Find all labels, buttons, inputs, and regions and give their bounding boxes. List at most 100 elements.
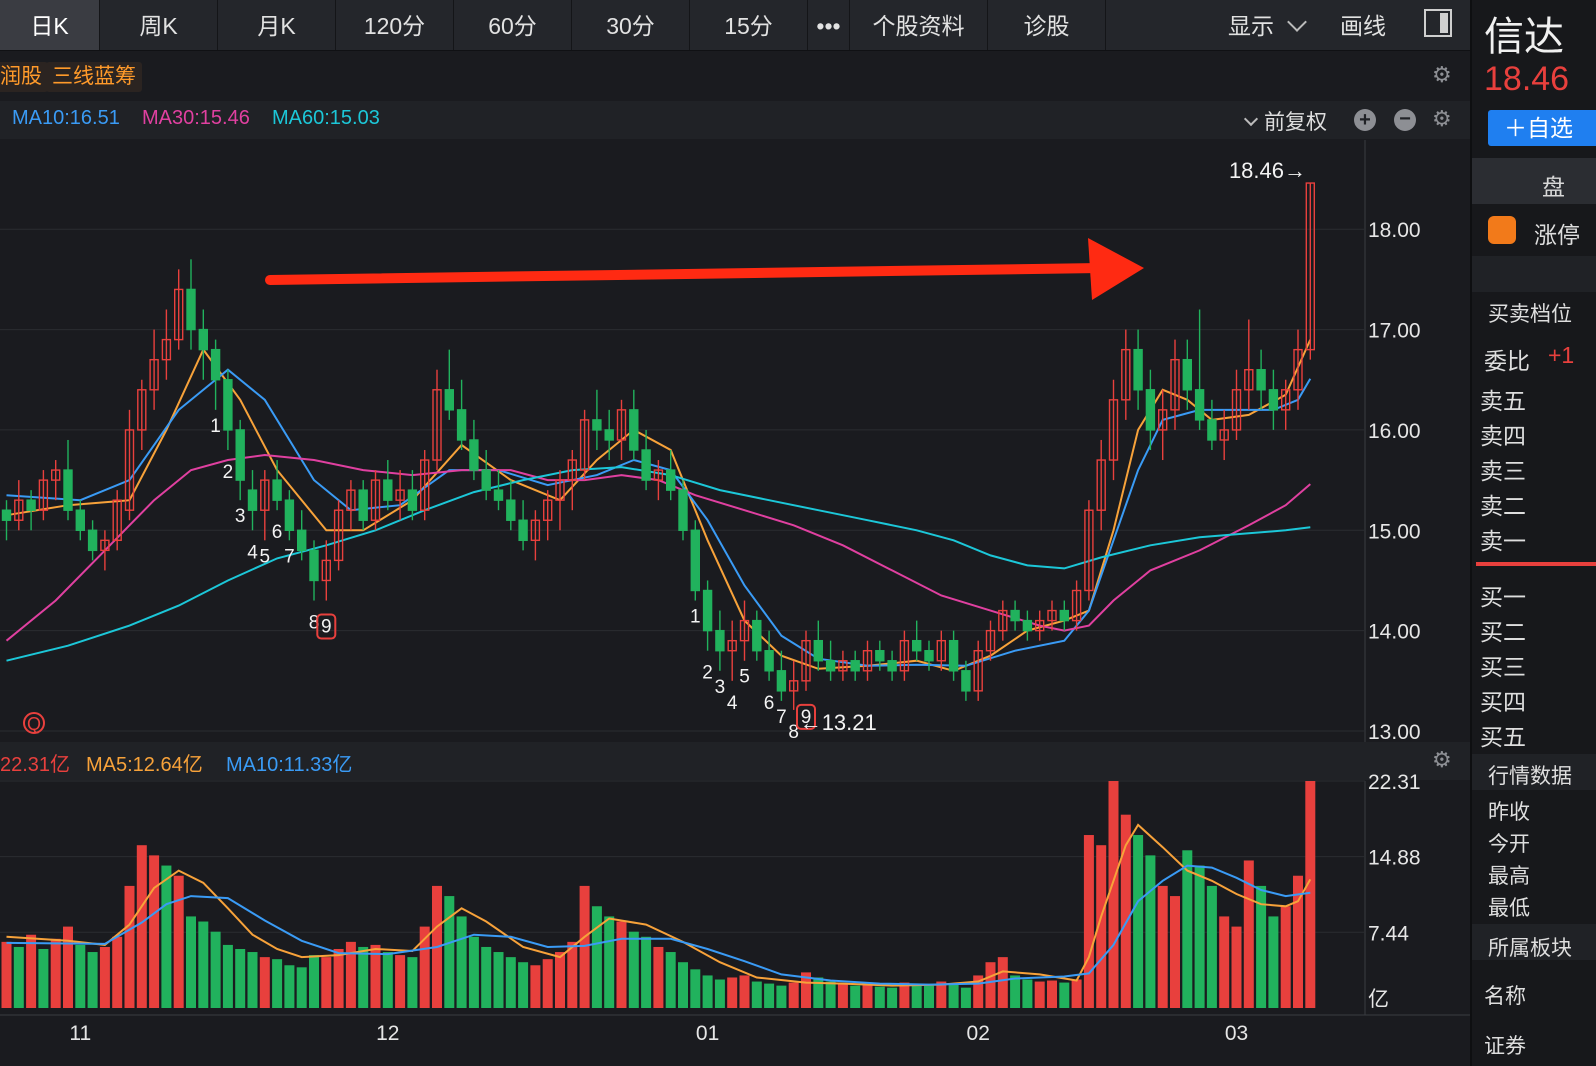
volume-bar	[764, 983, 775, 1008]
buy-level-label: 买一	[1480, 584, 1526, 610]
price-tick-label: 17.00	[1368, 320, 1421, 343]
volume-bar	[493, 952, 504, 1008]
volume-bar	[714, 979, 725, 1008]
volume-bar	[702, 975, 713, 1008]
td-count-label: 9	[321, 617, 332, 638]
trend-arrow-line	[265, 263, 1105, 285]
volume-bar	[690, 969, 701, 1008]
candle-body	[887, 660, 897, 672]
candle-body	[850, 660, 860, 672]
volume-bar	[75, 944, 86, 1008]
candle-body	[813, 639, 823, 662]
candle-body	[776, 670, 787, 692]
tab-pan[interactable]: 盘	[1472, 158, 1596, 204]
volume-bar	[628, 931, 639, 1008]
volume-bar	[924, 985, 934, 1008]
candle-body	[1268, 389, 1279, 411]
candle-body	[309, 549, 319, 582]
volume-bar	[616, 921, 627, 1008]
buy-level-label: 买二	[1480, 619, 1526, 645]
market-data-title: 行情数据	[1488, 765, 1572, 788]
weibi-value: +1	[1548, 342, 1575, 368]
volume-bar	[653, 946, 664, 1008]
candle-body	[1194, 389, 1205, 421]
volume-bar	[1010, 975, 1021, 1008]
volume-bar	[1219, 916, 1230, 1008]
candle-body	[641, 449, 651, 481]
market-data-row-label: 昨收	[1488, 801, 1530, 824]
weibi-label: 委比	[1484, 348, 1530, 374]
td-count-label: 2	[223, 462, 234, 483]
candle-body	[678, 489, 688, 531]
candle-body	[383, 479, 393, 501]
volume-bar	[247, 952, 258, 1008]
td-count-label: 1	[210, 416, 221, 437]
volume-bar	[63, 926, 73, 1008]
price-tick-label: 16.00	[1368, 420, 1421, 443]
candle-body	[358, 489, 368, 521]
candle-body	[272, 479, 282, 501]
volume-tick-label: 22.31	[1368, 771, 1421, 794]
candle-body	[1010, 609, 1020, 622]
volume-bar	[591, 906, 602, 1008]
volume-bar	[739, 975, 750, 1008]
candle-body	[235, 429, 245, 481]
limit-up-label: 涨停	[1534, 222, 1580, 248]
volume-bar	[26, 934, 37, 1008]
candle-body	[247, 489, 258, 511]
buy-level-label: 买四	[1480, 689, 1526, 715]
volume-bar	[112, 936, 123, 1008]
volume-bar	[124, 885, 135, 1008]
buy-level-label: 买三	[1480, 654, 1526, 680]
volume-bar	[1231, 926, 1242, 1008]
volume-bar	[321, 957, 332, 1008]
sector-row-label: 证券	[1484, 1035, 1526, 1058]
volume-bar	[136, 845, 147, 1008]
volume-bar	[505, 957, 516, 1008]
volume-bar	[284, 965, 295, 1008]
sell-level-label: 卖五	[1480, 388, 1526, 414]
volume-bar	[1059, 982, 1070, 1008]
volume-bar	[1206, 885, 1217, 1008]
candle-body	[875, 650, 885, 662]
volume-bar	[960, 987, 971, 1008]
kline-chart[interactable]: 1234 5678 9 123456789 18.0017.0016.0015.001…	[0, 0, 1470, 1066]
volume-bar	[1, 941, 12, 1008]
price-tick-label: 13.00	[1368, 721, 1421, 744]
date-tick-label: 03	[1225, 1022, 1248, 1045]
price-ma10-line	[6, 368, 1312, 667]
volume-bar	[468, 936, 479, 1008]
td-count-label: 5	[260, 546, 271, 567]
volume-bar	[1280, 906, 1291, 1008]
volume-bar	[38, 948, 49, 1008]
candle-body	[764, 650, 774, 672]
volume-bar	[837, 983, 848, 1008]
volume-bar	[87, 952, 98, 1008]
market-data-row-label: 今开	[1488, 833, 1530, 856]
candle-body	[284, 499, 295, 531]
volume-bar	[530, 965, 541, 1008]
candle-body	[666, 469, 676, 491]
volume-bar	[1268, 916, 1279, 1008]
volume-bar	[567, 941, 578, 1008]
td-count-label: 3	[235, 506, 246, 527]
volume-bar	[1071, 979, 1082, 1008]
candle-body	[1133, 348, 1143, 391]
volume-bar	[887, 987, 898, 1008]
volume-bar	[1108, 781, 1119, 1008]
td-count-label: 4	[247, 542, 258, 563]
last-price: 18.46	[1484, 60, 1570, 98]
fire-icon	[1488, 216, 1516, 244]
volume-bar	[1047, 980, 1057, 1008]
date-tick-label: 11	[69, 1022, 91, 1045]
volume-bar	[358, 946, 369, 1008]
sell-level-label: 卖二	[1480, 493, 1526, 519]
sector-name-column: 名称	[1484, 985, 1526, 1008]
volume-bar	[1034, 981, 1045, 1008]
volume-bar	[456, 916, 467, 1008]
volume-bar	[1145, 855, 1156, 1008]
sell-level-label: 卖一	[1480, 528, 1526, 554]
candle-body	[1, 509, 12, 521]
add-watchlist-button[interactable]: ＋自选	[1488, 110, 1596, 146]
volume-bar	[665, 952, 676, 1008]
